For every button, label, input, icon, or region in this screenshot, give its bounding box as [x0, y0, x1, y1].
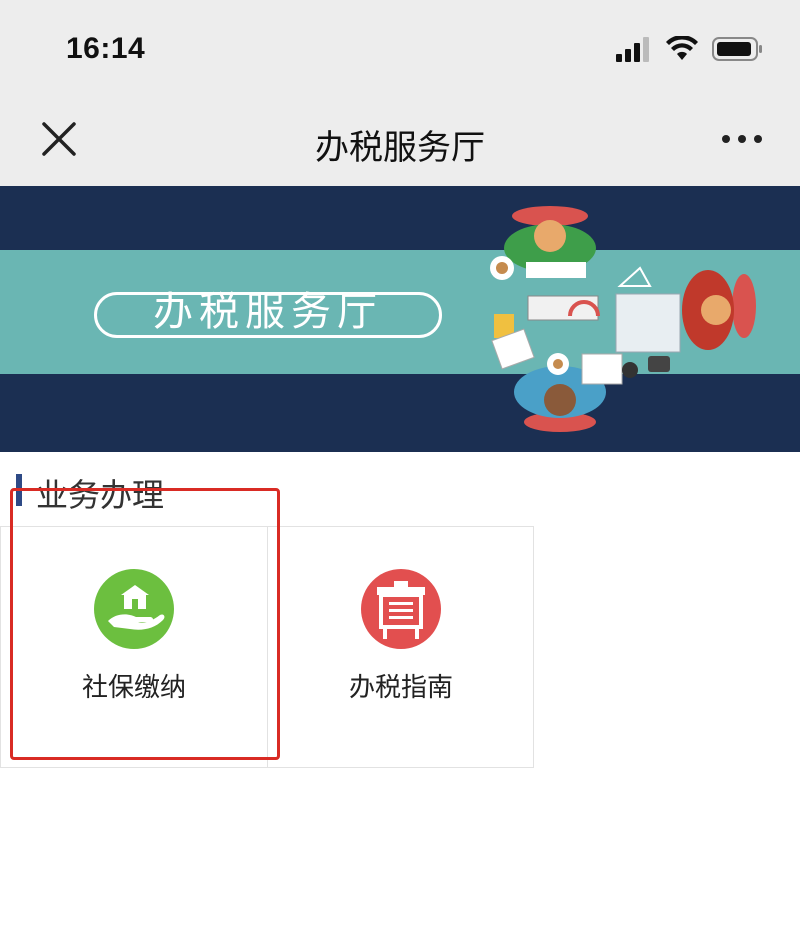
wifi-icon	[666, 36, 698, 60]
service-tax-guide[interactable]: 办税指南	[268, 527, 534, 767]
easel-board-icon	[361, 569, 441, 649]
section-accent-bar	[16, 474, 22, 506]
page-title: 办税服务厅	[315, 128, 485, 168]
status-time: 16:14	[66, 32, 146, 65]
hand-house-icon	[94, 569, 174, 649]
section-title: 业务办理	[36, 476, 165, 514]
banner-title: 办税服务厅	[153, 289, 383, 335]
service-label: 办税指南	[348, 673, 453, 703]
status-icons	[616, 36, 764, 62]
meeting-illustration	[490, 206, 756, 432]
service-grid: 社保缴纳 办税指南	[0, 526, 534, 768]
signal-icon	[616, 37, 649, 62]
service-label: 社保缴纳	[81, 673, 186, 703]
more-icon[interactable]	[720, 132, 764, 146]
banner: 办税服务厅	[0, 186, 800, 452]
service-social-insurance[interactable]: 社保缴纳	[1, 527, 267, 767]
nav-bar: 办税服务厅	[0, 96, 800, 186]
battery-icon	[712, 37, 762, 61]
status-bar: 16:14	[0, 0, 800, 96]
